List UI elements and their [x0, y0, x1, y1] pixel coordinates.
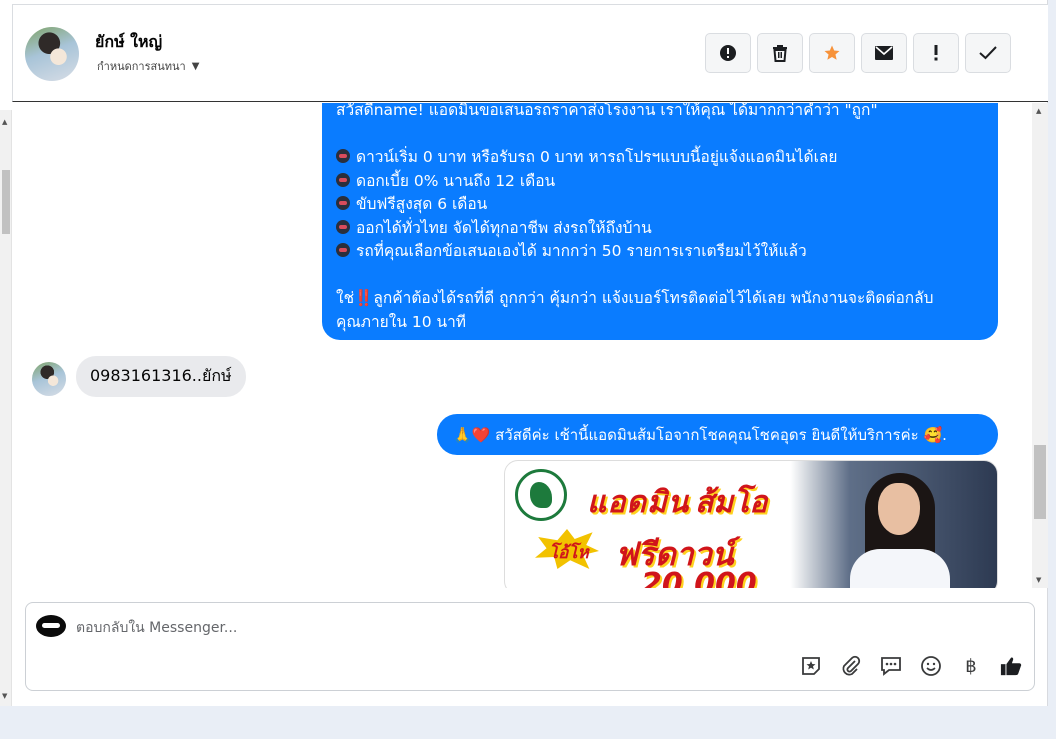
person-shirt	[850, 549, 950, 588]
message-scrollbar[interactable]: ▲ ▼	[1032, 103, 1048, 588]
delete-button[interactable]	[757, 33, 803, 73]
scroll-down-arrow-icon[interactable]: ▼	[2, 692, 7, 700]
caret-down-icon: ▼	[191, 60, 200, 72]
attach-icon	[842, 655, 861, 676]
promo-line-3: ดอกเบี้ย 0% นานถึง 12 เดือน	[336, 170, 984, 194]
emoji-icon	[921, 656, 941, 676]
promo-line-4-text: ขับฟรีสูงสุด 6 เดือน	[356, 195, 488, 213]
company-seal-logo	[515, 469, 567, 521]
person-face	[878, 483, 920, 535]
car-icon	[336, 149, 350, 163]
promo-line-3-text: ดอกเบี้ย 0% นานถึง 12 เดือน	[356, 171, 556, 190]
payment-button[interactable]: ฿	[960, 655, 982, 677]
composer-tools: ฿	[800, 655, 1022, 677]
scroll-down-arrow-icon[interactable]: ▼	[1036, 576, 1041, 584]
message-scrollbar-thumb[interactable]	[1034, 445, 1046, 519]
star-icon	[824, 45, 840, 60]
outgoing-greeting-message[interactable]: 🙏❤️ สวัสดีค่ะ เช้านี้แอดมินส้มโอจากโชคคุ…	[437, 414, 998, 455]
page: ▲ ▼ ยักษ์ ใหญ่ กำหนดการสนทนา ▼ สวัสดีnam…	[0, 0, 1056, 739]
image-amount: 20,000	[641, 567, 757, 588]
sticker-button[interactable]	[800, 655, 822, 677]
attach-button[interactable]	[840, 655, 862, 677]
done-button[interactable]	[965, 33, 1011, 73]
image-person	[845, 469, 955, 588]
schedule-dropdown[interactable]: กำหนดการสนทนา ▼	[97, 57, 199, 75]
mail-icon	[875, 46, 893, 60]
promo-line-5-text: ออกได้ทั่วไทย จัดได้ทุกอาชีพ ส่งรถให้ถึง…	[356, 218, 652, 237]
sender-avatar[interactable]	[32, 362, 66, 396]
emoji-button[interactable]	[920, 655, 942, 677]
conversation-header: ยักษ์ ใหญ่ กำหนดการสนทนา ▼	[12, 4, 1048, 102]
baht-icon: ฿	[965, 655, 977, 677]
promo-image-attachment[interactable]: แอดมิน ส้มโอ โอ้โห ฟรีดาวน์ 20,000	[504, 460, 998, 588]
promo-line-2-text: ดาวน์เริ่ม 0 บาท หรือรับรถ 0 บาท หารถโปร…	[356, 148, 838, 166]
reply-composer: ฿	[25, 602, 1035, 691]
report-button[interactable]	[705, 33, 751, 73]
sticker-icon	[802, 657, 820, 675]
contact-name[interactable]: ยักษ์ ใหญ่	[95, 30, 162, 55]
scroll-up-arrow-icon[interactable]: ▲	[2, 118, 7, 126]
outgoing-promo-message[interactable]: สวัสดีname! แอดมินขอเสนอรถราคาส่งโรงงาน …	[322, 103, 998, 340]
trash-icon	[773, 45, 787, 62]
page-avatar	[36, 615, 66, 637]
reply-input[interactable]	[76, 617, 676, 639]
page-scrollbar[interactable]: ▲ ▼	[0, 110, 12, 706]
star-button[interactable]	[809, 33, 855, 73]
promo-line-6-text: รถที่คุณเลือกข้อเสนอเองได้ มากกว่า 50 รา…	[356, 242, 807, 260]
car-icon	[336, 196, 350, 210]
schedule-label: กำหนดการสนทนา	[97, 60, 186, 73]
conversation-panel: ▲ ▼ ยักษ์ ใหญ่ กำหนดการสนทนา ▼ สวัสดีnam…	[0, 0, 1048, 706]
like-button[interactable]	[1000, 655, 1022, 677]
page-scrollbar-thumb[interactable]	[2, 170, 10, 234]
saved-reply-button[interactable]	[880, 655, 902, 677]
promo-line-7: ใช่‼️ลูกค้าต้องได้รถที่ดี ถูกกว่า คุ้มกว…	[336, 289, 934, 307]
contact-avatar[interactable]	[25, 27, 79, 81]
car-icon	[336, 243, 350, 257]
image-title-admin: แอดมิน	[587, 485, 690, 520]
image-title-name: ส้มโอ	[695, 485, 768, 520]
exclamation-button[interactable]	[913, 33, 959, 73]
header-actions	[705, 33, 1011, 73]
promo-line-6: รถที่คุณเลือกข้อเสนอเองได้ มากกว่า 50 รา…	[336, 240, 984, 264]
promo-line-blank	[336, 123, 984, 147]
promo-line-4: ขับฟรีสูงสุด 6 เดือน	[336, 193, 984, 217]
chat-icon	[881, 657, 901, 676]
image-burst-text: โอ้โห	[549, 543, 589, 563]
promo-line-8: คุณภายใน 10 นาที	[336, 312, 467, 331]
check-icon	[979, 46, 997, 60]
promo-line-1: สวัสดีname! แอดมินขอเสนอรถราคาส่งโรงงาน …	[336, 103, 878, 119]
thumbs-up-icon	[1000, 657, 1022, 676]
promo-line-blank-2	[336, 264, 984, 288]
scroll-up-arrow-icon[interactable]: ▲	[1036, 107, 1041, 115]
promo-line-5: ออกได้ทั่วไทย จัดได้ทุกอาชีพ ส่งรถให้ถึง…	[336, 217, 984, 241]
car-icon	[336, 172, 350, 187]
mail-button[interactable]	[861, 33, 907, 73]
report-icon	[720, 45, 736, 61]
exclamation-icon	[934, 45, 938, 61]
promo-line-2: ดาวน์เริ่ม 0 บาท หรือรับรถ 0 บาท หารถโปร…	[336, 146, 984, 170]
car-icon	[336, 219, 350, 234]
message-list[interactable]: สวัสดีname! แอดมินขอเสนอรถราคาส่งโรงงาน …	[12, 103, 1032, 588]
incoming-message[interactable]: 0983161316..ยักษ์	[76, 356, 246, 397]
